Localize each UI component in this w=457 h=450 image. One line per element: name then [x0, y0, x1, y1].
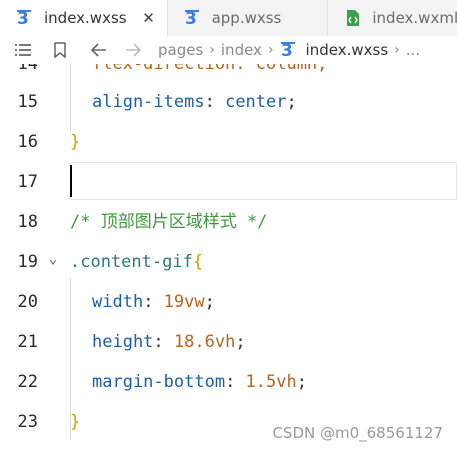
css-unit: vw [184, 292, 205, 312]
code-line: 19 ⌄ .content-gif{ [0, 242, 457, 282]
code-text: } [70, 132, 81, 152]
code-line: 14 flex-direction: column; [0, 64, 457, 84]
wxml-file-icon [344, 9, 362, 27]
code-line: 17 [0, 162, 457, 202]
css-unit: vh [276, 372, 297, 392]
css-value: center [225, 92, 287, 112]
bookmark-icon[interactable] [52, 42, 68, 58]
tab-app-wxss[interactable]: 3 app.wxss [168, 0, 329, 36]
css-icon: 3 [16, 9, 34, 27]
line-number: 19 [17, 252, 38, 272]
css-number: 19 [163, 292, 185, 312]
code-line: 18 /* 顶部图片区域样式 */ [0, 202, 457, 242]
code-text: .content-gif{ [70, 242, 203, 282]
tab-label: app.wxss [211, 9, 282, 27]
css-property: align-items [92, 92, 205, 112]
css-selector: .content-gif [70, 252, 193, 272]
forward-arrow-icon[interactable] [124, 43, 142, 57]
breadcrumb-item-file[interactable]: index.wxss [306, 41, 389, 59]
breadcrumb: pages › index › 3 index.wxss › ... [0, 36, 457, 64]
tab-label: index.wxml [372, 9, 457, 27]
code-text: height: 18.6vh; [92, 332, 246, 352]
back-arrow-icon[interactable] [90, 43, 108, 57]
css-number: 18.6 [173, 332, 215, 352]
line-number: 22 [17, 372, 38, 392]
watermark: CSDN @m0_68561127 [272, 424, 443, 442]
code-line: 16 } [0, 122, 457, 162]
breadcrumb-item-pages[interactable]: pages [158, 41, 203, 59]
line-number: 23 [17, 412, 38, 432]
code-line: 22 margin-bottom: 1.5vh; [0, 362, 457, 402]
line-number: 21 [17, 332, 38, 352]
code-text: align-items: center; [92, 92, 297, 112]
code-editor[interactable]: 14 flex-direction: column; 15 align-item… [0, 64, 457, 450]
line-number: 18 [17, 212, 38, 232]
code-text: width: 19vw; [92, 292, 215, 312]
css-property: width [92, 292, 144, 312]
breadcrumb-item-index[interactable]: index [221, 41, 262, 59]
code-text: margin-bottom: 1.5vh; [92, 372, 307, 392]
line-number: 15 [17, 92, 38, 112]
css-number: 1.5 [245, 372, 277, 392]
code-comment: /* 顶部图片区域样式 */ [70, 212, 268, 232]
code-line: 20 width: 19vw; [0, 282, 457, 322]
fold-chevron-icon[interactable]: ⌄ [46, 252, 60, 266]
css-property: margin-bottom [92, 372, 226, 392]
line-number: 14 [17, 64, 38, 74]
close-icon[interactable]: ✕ [141, 10, 157, 26]
open-brace: { [192, 252, 204, 272]
css-unit: vh [214, 332, 236, 352]
chevron-right-icon: › [394, 42, 400, 58]
tab-index-wxss[interactable]: 3 index.wxss ✕ [0, 0, 168, 36]
code-text: } [70, 412, 81, 432]
tab-index-wxml[interactable]: index.wxml [328, 0, 457, 36]
line-number: 16 [17, 132, 38, 152]
css-icon: 3 [184, 9, 202, 27]
line-number: 17 [17, 172, 38, 192]
list-icon[interactable] [14, 43, 32, 57]
chevron-right-icon: › [209, 42, 215, 58]
editor-tab-bar: 3 index.wxss ✕ 3 app.wxss index.wxml [0, 0, 457, 37]
breadcrumb-item-more[interactable]: ... [406, 41, 420, 59]
code-text: flex-direction: column; [92, 64, 328, 74]
line-number: 20 [17, 292, 38, 312]
chevron-right-icon: › [267, 42, 274, 58]
css-property: height [92, 332, 154, 352]
css-icon: 3 [280, 41, 298, 59]
code-line: 15 align-items: center; [0, 82, 457, 122]
tab-label: index.wxss [44, 9, 127, 27]
code-line: 21 height: 18.6vh; [0, 322, 457, 362]
